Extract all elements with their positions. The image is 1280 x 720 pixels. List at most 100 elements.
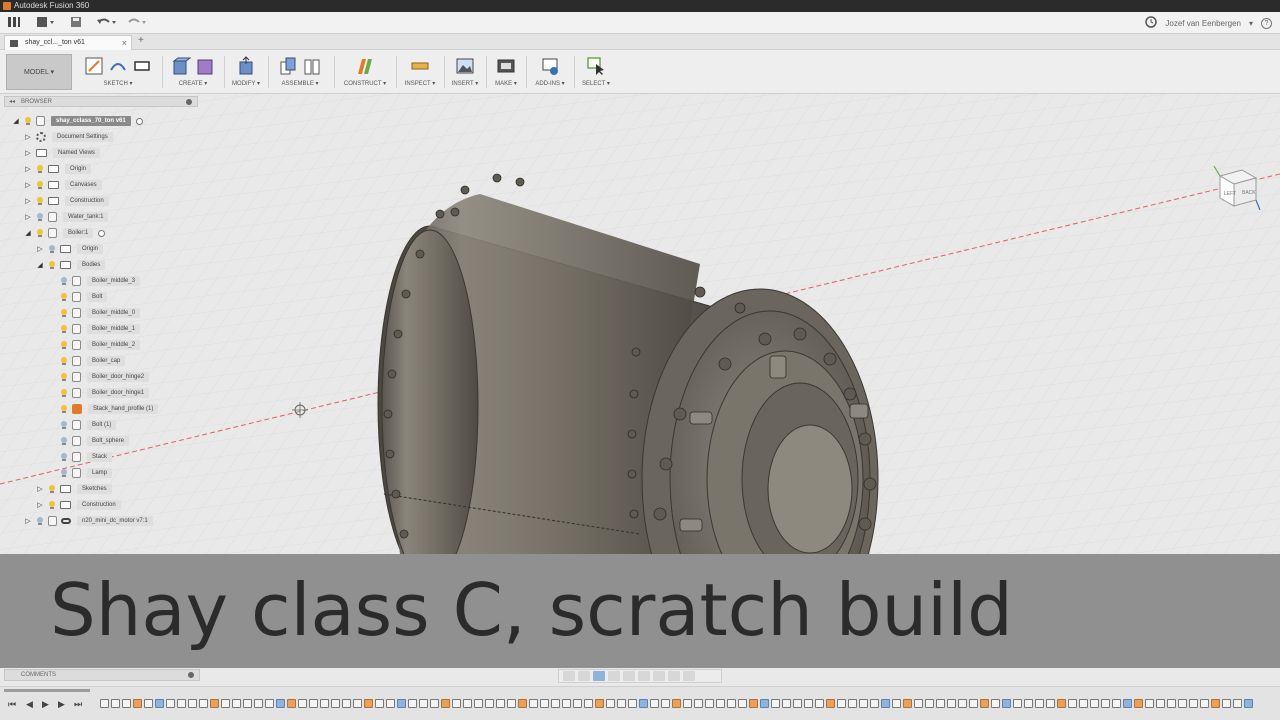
- timeline-feature-icon[interactable]: [1167, 699, 1176, 708]
- expand-arrow-icon[interactable]: ▷: [24, 181, 32, 189]
- visibility-bulb-icon[interactable]: [48, 260, 56, 270]
- expand-arrow-icon[interactable]: ▷: [24, 213, 32, 221]
- timeline-feature-icon[interactable]: [430, 699, 439, 708]
- timeline-feature-icon[interactable]: [364, 699, 373, 708]
- timeline-feature-icon[interactable]: [1145, 699, 1154, 708]
- timeline-feature-icon[interactable]: [1211, 699, 1220, 708]
- viewports-icon[interactable]: [683, 671, 695, 681]
- timeline-feature-icon[interactable]: [551, 699, 560, 708]
- timeline-feature-icon[interactable]: [639, 699, 648, 708]
- step-forward-icon[interactable]: ▶: [58, 699, 65, 710]
- visibility-bulb-icon[interactable]: [48, 244, 56, 254]
- view-cube[interactable]: LEFT BACK: [1212, 162, 1262, 214]
- orbit-icon[interactable]: [563, 671, 575, 681]
- timeline-feature-icon[interactable]: [804, 699, 813, 708]
- document-tab[interactable]: shay_ccl..._ton v61 ×: [4, 35, 132, 50]
- timeline-feature-icon[interactable]: [716, 699, 725, 708]
- timeline-feature-icon[interactable]: [683, 699, 692, 708]
- save-icon[interactable]: [68, 16, 84, 30]
- collapse-arrow-icon[interactable]: ◢: [24, 229, 32, 237]
- timeline-feature-icon[interactable]: [210, 699, 219, 708]
- timeline-feature-icon[interactable]: [694, 699, 703, 708]
- user-name[interactable]: Jozef van Eenbergen: [1165, 19, 1241, 28]
- timeline-feature-icon[interactable]: [1068, 699, 1077, 708]
- timeline-feature-icon[interactable]: [1233, 699, 1242, 708]
- timeline-feature-icon[interactable]: [232, 699, 241, 708]
- timeline-feature-icon[interactable]: [1178, 699, 1187, 708]
- assemble-group[interactable]: ASSEMBLE ▾: [272, 54, 328, 90]
- look-at-icon[interactable]: [578, 671, 590, 681]
- timeline-feature-icon[interactable]: [397, 699, 406, 708]
- timeline-feature-icon[interactable]: [815, 699, 824, 708]
- redo-icon[interactable]: [126, 16, 148, 30]
- tree-item[interactable]: ▷ Construction: [24, 194, 109, 208]
- timeline-feature-icon[interactable]: [298, 699, 307, 708]
- visibility-bulb-icon[interactable]: [60, 372, 68, 382]
- visibility-bulb-icon[interactable]: [60, 324, 68, 334]
- timeline-feature-icon[interactable]: [573, 699, 582, 708]
- arc-icon[interactable]: [108, 56, 128, 76]
- timeline-feature-icon[interactable]: [705, 699, 714, 708]
- timeline-feature-icon[interactable]: [265, 699, 274, 708]
- timeline-feature-icon[interactable]: [375, 699, 384, 708]
- timeline-feature-icon[interactable]: [221, 699, 230, 708]
- timeline-feature-icon[interactable]: [441, 699, 450, 708]
- tree-item[interactable]: ▷ Water_tank:1: [24, 210, 109, 224]
- timeline-feature-icon[interactable]: [452, 699, 461, 708]
- insert-image-icon[interactable]: [455, 56, 475, 76]
- timeline-feature-icon[interactable]: [331, 699, 340, 708]
- visibility-bulb-icon[interactable]: [36, 212, 44, 222]
- timeline-feature-icon[interactable]: [749, 699, 758, 708]
- visibility-bulb-icon[interactable]: [48, 484, 56, 494]
- display-settings-icon[interactable]: [653, 671, 665, 681]
- select-group[interactable]: SELECT ▾: [578, 54, 614, 90]
- timeline-feature-icon[interactable]: [166, 699, 175, 708]
- help-icon[interactable]: ?: [1261, 17, 1272, 29]
- tree-item[interactable]: ▷ Construction: [36, 498, 121, 512]
- timeline-feature-icon[interactable]: [353, 699, 362, 708]
- timeline-feature-icon[interactable]: [408, 699, 417, 708]
- timeline-feature-icon[interactable]: [980, 699, 989, 708]
- timeline-feature-icon[interactable]: [1079, 699, 1088, 708]
- visibility-bulb-icon[interactable]: [36, 164, 44, 174]
- timeline-feature-icon[interactable]: [947, 699, 956, 708]
- timeline-feature-icon[interactable]: [188, 699, 197, 708]
- grid-settings-icon[interactable]: [668, 671, 680, 681]
- timeline-feature-icon[interactable]: [848, 699, 857, 708]
- tree-item[interactable]: Boiler_middle_2: [56, 338, 141, 352]
- expand-arrow-icon[interactable]: ▷: [24, 149, 32, 157]
- timeline-feature-icon[interactable]: [936, 699, 945, 708]
- timeline-feature-icon[interactable]: [287, 699, 296, 708]
- fit-icon[interactable]: [623, 671, 635, 681]
- timeline-feature-icon[interactable]: [760, 699, 769, 708]
- timeline-feature-icon[interactable]: [958, 699, 967, 708]
- tree-item[interactable]: Boiler_door_hinge1: [56, 386, 150, 400]
- zoom-icon[interactable]: [608, 671, 620, 681]
- visibility-bulb-icon[interactable]: [60, 468, 68, 478]
- addins-group[interactable]: ADD-INS ▾: [530, 54, 570, 90]
- expand-arrow-icon[interactable]: ▷: [36, 245, 44, 253]
- tree-item[interactable]: Lamp: [56, 466, 113, 480]
- expand-arrow-icon[interactable]: ▷: [24, 133, 32, 141]
- timeline-feature-icon[interactable]: [309, 699, 318, 708]
- close-tab-icon[interactable]: ×: [122, 36, 127, 50]
- pan-icon[interactable]: [593, 671, 605, 681]
- tree-item[interactable]: Boiler_middle_1: [56, 322, 141, 336]
- timeline-feature-icon[interactable]: [540, 699, 549, 708]
- timeline-feature-icon[interactable]: [1123, 699, 1132, 708]
- expand-arrow-icon[interactable]: ▷: [36, 501, 44, 509]
- expand-arrow-icon[interactable]: ▷: [24, 517, 32, 525]
- tree-item[interactable]: ▷ Canvases: [24, 178, 102, 192]
- timeline-feature-icon[interactable]: [463, 699, 472, 708]
- tree-item[interactable]: ▷ Origin: [36, 242, 104, 256]
- activate-radio-icon[interactable]: [135, 117, 143, 125]
- tree-item[interactable]: Boiler_middle_3: [56, 274, 141, 288]
- timeline-feature-icon[interactable]: [177, 699, 186, 708]
- timeline-feature-icon[interactable]: [386, 699, 395, 708]
- timeline-feature-icon[interactable]: [1200, 699, 1209, 708]
- extrude-icon[interactable]: [171, 56, 192, 76]
- create-group[interactable]: CREATE ▾: [166, 54, 220, 90]
- timeline-feature-icon[interactable]: [661, 699, 670, 708]
- timeline-feature-icon[interactable]: [243, 699, 252, 708]
- timeline-feature-icon[interactable]: [144, 699, 153, 708]
